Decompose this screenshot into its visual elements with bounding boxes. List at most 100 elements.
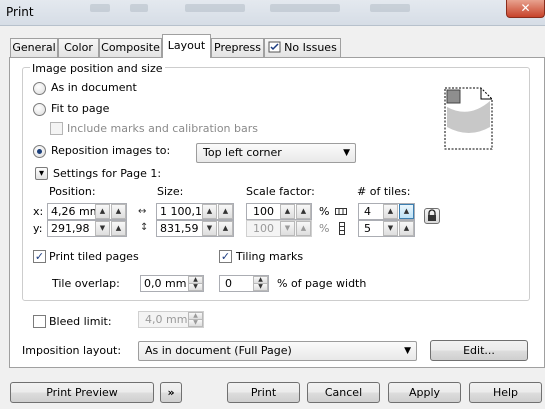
height-value: 831,59 xyxy=(160,222,199,235)
edit-imposition-button[interactable]: Edit... xyxy=(430,340,528,361)
double-chevron-right-icon[interactable]: » xyxy=(160,382,182,403)
include-marks-checkbox[interactable] xyxy=(50,122,63,135)
fit-to-page-label: Fit to page xyxy=(51,102,110,115)
decrement-button[interactable]: ▼ xyxy=(383,221,398,236)
percent-x-label: % xyxy=(319,205,330,218)
width-arrows-icon: ↔ xyxy=(138,206,147,217)
help-button[interactable]: Help xyxy=(469,382,542,403)
vertical-tiles-icon xyxy=(339,222,345,235)
tab-label: No Issues xyxy=(284,41,337,54)
reposition-radio[interactable] xyxy=(33,145,46,158)
increment-button[interactable]: ▲ xyxy=(111,221,126,236)
size-header: Size: xyxy=(157,185,184,198)
page-width-label: % of page width xyxy=(277,277,367,290)
bleed-limit-value: 4,0 mm xyxy=(145,313,188,326)
settings-for-page-label: Settings for Page 1: xyxy=(53,167,162,180)
decrement-button[interactable]: ▼ xyxy=(280,221,295,236)
height-stepper[interactable]: 831,59 ▼ ▲ xyxy=(156,220,234,237)
increment-button[interactable]: ▲ xyxy=(111,204,126,219)
increment-button[interactable]: ▲ xyxy=(296,221,311,236)
tiling-marks-checkbox[interactable]: ✓ xyxy=(219,250,232,263)
imposition-layout-value: As in document (Full Page) xyxy=(145,344,292,357)
print-preview-button[interactable]: Print Preview xyxy=(10,382,154,403)
decrement-button[interactable]: ▼ xyxy=(188,283,203,291)
page-preview-icon xyxy=(444,87,493,150)
chevron-down-icon: ▼ xyxy=(343,148,350,158)
tiles-x-stepper[interactable]: 4 ▲ ▲ xyxy=(358,203,415,220)
window-title: Print xyxy=(6,5,34,19)
x-label: x: xyxy=(33,205,44,218)
title-bar[interactable]: Print ✕ xyxy=(0,0,545,26)
x-position-value: 4,26 mm xyxy=(51,205,97,218)
y-position-value: 291,98 xyxy=(51,222,90,235)
tab-prepress[interactable]: Prepress xyxy=(211,38,264,57)
y-label: y: xyxy=(33,222,43,235)
fit-to-page-radio[interactable] xyxy=(33,103,46,116)
reposition-label: Reposition images to: xyxy=(51,144,171,157)
tab-no-issues[interactable]: No Issues xyxy=(264,38,341,57)
tab-color[interactable]: Color xyxy=(58,38,99,57)
x-position-stepper[interactable]: 4,26 mm ▲ ▲ xyxy=(47,203,127,220)
tab-label: General xyxy=(12,41,56,54)
decrement-button[interactable]: ▲ xyxy=(202,204,217,219)
tab-composite[interactable]: Composite xyxy=(99,38,162,57)
horizontal-tiles-icon xyxy=(335,208,347,215)
tiles-y-stepper[interactable]: 5 ▼ ▲ xyxy=(358,220,415,237)
decrement-button[interactable]: ▼ xyxy=(202,221,217,236)
reposition-dropdown[interactable]: Top left corner ▼ xyxy=(196,143,356,163)
tab-general[interactable]: General xyxy=(10,38,58,57)
bleed-limit-stepper[interactable]: 4,0 mm ▲ ▼ xyxy=(138,311,204,328)
y-position-stepper[interactable]: 291,98 ▼ ▲ xyxy=(47,220,127,237)
scale-y-value: 100 xyxy=(253,222,274,235)
tab-label: Layout xyxy=(167,39,206,52)
tiles-x-value: 4 xyxy=(364,205,371,218)
decrement-button[interactable]: ▼ xyxy=(95,221,110,236)
as-in-document-label: As in document xyxy=(51,81,137,94)
lock-icon xyxy=(428,209,436,221)
print-tiled-label: Print tiled pages xyxy=(49,250,139,263)
increment-button[interactable]: ▲ xyxy=(399,204,414,219)
tab-layout[interactable]: Layout xyxy=(162,34,211,58)
increment-button[interactable]: ▲ xyxy=(399,221,414,236)
decrement-button[interactable]: ▼ xyxy=(188,319,203,327)
print-button[interactable]: Print xyxy=(227,382,300,403)
tiles-header: # of tiles: xyxy=(357,185,411,198)
tab-label: Color xyxy=(64,41,93,54)
scale-x-value: 100 xyxy=(253,205,274,218)
tile-overlap-stepper[interactable]: 0,0 mm ▲ ▼ xyxy=(140,275,204,292)
chevron-down-icon: ▼ xyxy=(404,346,411,356)
lock-ratio-button[interactable] xyxy=(424,208,440,224)
tab-label: Prepress xyxy=(214,41,261,54)
bleed-limit-label: Bleed limit: xyxy=(49,315,112,328)
increment-button[interactable]: ▲ xyxy=(218,204,233,219)
tile-overlap-value: 0,0 mm xyxy=(144,277,187,290)
as-in-document-radio[interactable] xyxy=(33,82,46,95)
increment-button[interactable]: ▲ xyxy=(218,221,233,236)
width-value: 1 100,1 xyxy=(160,205,202,218)
page-width-value: 0 xyxy=(225,277,232,290)
close-button[interactable]: ✕ xyxy=(506,0,545,18)
apply-button[interactable]: Apply xyxy=(388,382,461,403)
cancel-button[interactable]: Cancel xyxy=(307,382,380,403)
bleed-limit-checkbox[interactable] xyxy=(33,315,46,328)
decrement-button[interactable]: ▲ xyxy=(383,204,398,219)
tab-label: Composite xyxy=(101,41,160,54)
decrement-button[interactable]: ▲ xyxy=(95,204,110,219)
height-arrows-icon: ↕ xyxy=(140,222,149,233)
width-stepper[interactable]: 1 100,1 ▲ ▲ xyxy=(156,203,234,220)
scale-y-stepper[interactable]: 100 ▼ ▲ xyxy=(246,220,312,237)
position-header: Position: xyxy=(49,185,96,198)
increment-button[interactable]: ▲ xyxy=(296,204,311,219)
include-marks-label: Include marks and calibration bars xyxy=(67,122,258,135)
page-width-stepper[interactable]: 0 ▲ ▼ xyxy=(219,275,269,292)
print-tiled-checkbox[interactable]: ✓ xyxy=(33,250,46,263)
percent-y-label: % xyxy=(319,222,330,235)
checklist-icon xyxy=(268,41,281,53)
collapse-toggle-icon[interactable]: ▾ xyxy=(35,167,48,180)
scale-x-stepper[interactable]: 100 ▲ ▲ xyxy=(246,203,312,220)
decrement-button[interactable]: ▼ xyxy=(253,283,268,291)
imposition-layout-dropdown[interactable]: As in document (Full Page) ▼ xyxy=(138,341,417,361)
reposition-value: Top left corner xyxy=(203,146,282,159)
tile-overlap-label: Tile overlap: xyxy=(52,277,120,290)
decrement-button[interactable]: ▲ xyxy=(280,204,295,219)
